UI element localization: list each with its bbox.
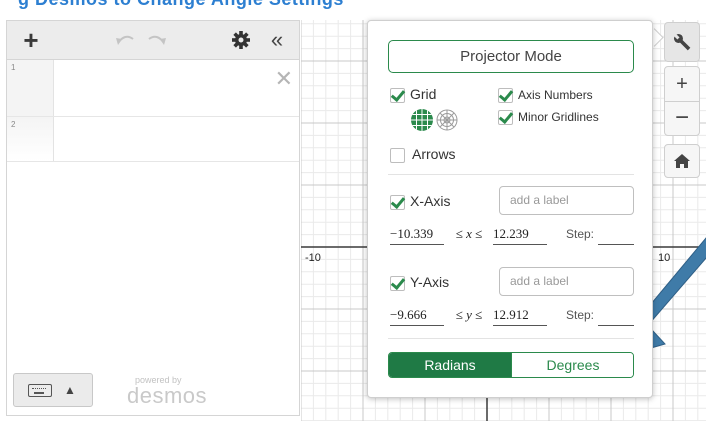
home-icon [674,154,690,168]
projector-mode-button[interactable]: Projector Mode [388,40,634,73]
expression-panel: + « 1 ✕ 2 ▲ powered by desmos [6,20,300,416]
graph-settings-popover: Projector Mode Grid Axis Numbers Minor G… [367,20,653,398]
x-step-label: Step: [566,227,595,241]
tutorial-title: g Desmos to Change Angle Settings [18,0,344,10]
gear-icon[interactable] [231,21,251,59]
y-step-label: Step: [566,308,595,322]
undo-icon[interactable] [113,21,137,59]
keyboard-toggle-button[interactable]: ▲ [13,373,93,407]
keyboard-icon [28,384,52,397]
desmos-branding[interactable]: powered by desmos [127,375,207,407]
axis-numbers-checkbox[interactable] [498,88,513,103]
x-max-input[interactable]: 12.239 [493,224,547,245]
divider [388,174,634,175]
x-axis-checkbox[interactable] [390,195,405,210]
plus-icon[interactable]: + [21,21,41,59]
expression-row[interactable]: 1 ✕ [7,60,299,117]
angle-units-toggle: Radians Degrees [388,352,634,378]
caret-up-icon: ▲ [64,383,76,397]
zoom-out-button[interactable]: − [665,102,699,136]
x-axis-max-label: 10 [658,252,671,264]
redo-icon[interactable] [145,21,169,59]
arrows-checkbox[interactable] [390,148,405,163]
rectangular-grid-icon[interactable] [411,109,433,131]
y-max-input[interactable]: 12.912 [493,305,547,326]
y-axis-label: Y-Axis [410,274,450,290]
minor-gridlines-checkbox[interactable] [498,110,513,125]
zoom-controls: + − [664,66,700,136]
x-axis-min-label: -10 [305,252,321,264]
x-step-input[interactable] [598,224,634,245]
expression-gutter: 2 [7,117,54,161]
x-range-expression: ≤ x ≤ [455,226,483,241]
double-chevron-left-icon[interactable]: « [265,21,289,59]
grid-label: Grid [410,86,437,102]
y-axis-checkbox[interactable] [390,276,405,291]
default-viewport-button[interactable] [664,144,700,178]
expression-index: 1 [11,63,16,72]
radians-option[interactable]: Radians [389,353,511,377]
tutorial-title-banner: g Desmos to Change Angle Settings [0,0,706,10]
grid-checkbox[interactable] [390,88,405,103]
expression-gutter: 1 [7,60,54,116]
arrows-label: Arrows [412,146,456,162]
y-step-input[interactable] [598,305,634,326]
x-axis-label-input[interactable]: add a label [499,186,634,215]
divider [388,338,634,339]
y-min-input[interactable]: −9.666 [390,305,444,326]
x-axis-label: X-Axis [410,193,451,209]
wrench-icon [673,33,691,51]
degrees-option[interactable]: Degrees [511,353,633,377]
x-min-input[interactable]: −10.339 [390,224,444,245]
zoom-in-button[interactable]: + [665,67,699,102]
expression-index: 2 [11,120,16,129]
y-range-expression: ≤ y ≤ [455,307,483,322]
graph-settings-button[interactable] [664,22,700,62]
desmos-logo: desmos [127,383,208,408]
axis-numbers-label: Axis Numbers [518,88,593,102]
close-icon[interactable]: ✕ [275,68,293,90]
polar-grid-icon[interactable] [436,109,458,131]
minor-gridlines-label: Minor Gridlines [518,110,599,124]
expression-row[interactable]: 2 [7,117,299,162]
expression-toolbar: + « [7,21,299,60]
y-axis-label-input[interactable]: add a label [499,267,634,296]
